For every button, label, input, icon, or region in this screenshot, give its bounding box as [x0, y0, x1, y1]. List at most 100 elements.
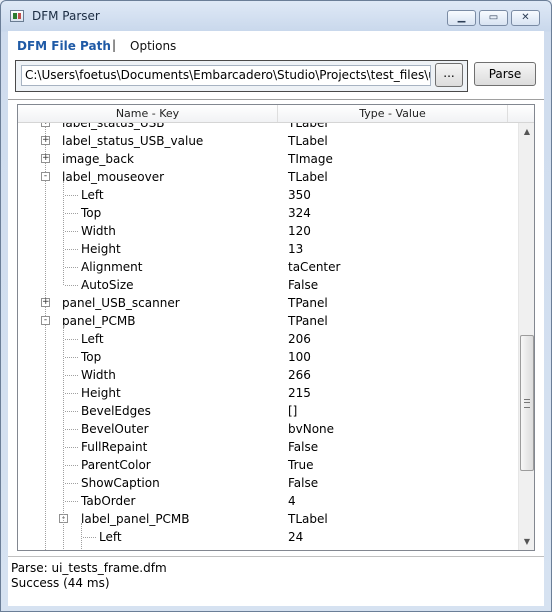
tree-connector [65, 357, 78, 358]
tree-row[interactable]: BevelOuter bvNone [18, 420, 518, 438]
row-key: Left [81, 188, 104, 202]
tree-row[interactable]: + label_status_USB TLabel [18, 123, 518, 132]
row-value: TImage [288, 152, 333, 166]
tree-row[interactable]: + label_status_USB_value TLabel [18, 132, 518, 150]
tree-row[interactable]: Height 215 [18, 384, 518, 402]
row-value: False [288, 476, 319, 490]
scroll-thumb[interactable] [520, 335, 534, 471]
menu-options[interactable]: Options [130, 39, 176, 53]
title-bar[interactable]: DFM Parser ▁ ▭ ✕ [1, 1, 551, 31]
expand-icon[interactable]: + [41, 154, 50, 163]
expand-icon[interactable]: + [41, 298, 50, 307]
menu-dfm-file-path[interactable]: DFM File Path [17, 39, 111, 53]
scroll-grip-icon [524, 399, 530, 408]
menu-separator: | [112, 38, 117, 52]
collapse-icon[interactable]: - [41, 316, 50, 325]
vertical-scrollbar[interactable]: ▲ ▼ [518, 123, 534, 550]
tree-connector [65, 447, 78, 448]
row-value: TLabel [288, 134, 328, 148]
tree-row[interactable]: FullRepaint False [18, 438, 518, 456]
tree-guide-line [81, 523, 82, 550]
expand-icon[interactable]: + [41, 123, 50, 127]
tree-row[interactable]: Top 100 [18, 348, 518, 366]
collapse-icon[interactable]: - [41, 172, 50, 181]
client-area: DFM File Path | Options C:\Users\foetus\… [8, 31, 544, 606]
browse-button[interactable]: ... [435, 63, 463, 87]
tree-row[interactable]: + panel_USB_scanner TPanel [18, 294, 518, 312]
tree-row[interactable]: Top 324 [18, 204, 518, 222]
column-header-name[interactable]: Name - Key [18, 105, 278, 122]
app-icon [10, 10, 24, 22]
minimize-button[interactable]: ▁ [447, 10, 476, 26]
row-value: 24 [288, 530, 304, 544]
divider [8, 99, 544, 101]
window-title: DFM Parser [32, 9, 100, 23]
row-key: BevelEdges [81, 404, 151, 418]
row-key: label_mouseover [62, 170, 165, 184]
tree-row[interactable]: TabOrder 4 [18, 492, 518, 510]
scroll-up-arrow[interactable]: ▲ [519, 123, 534, 140]
row-value: TLabel [288, 170, 328, 184]
row-value: [] [288, 404, 298, 418]
row-key: ShowCaption [81, 476, 160, 490]
scroll-down-arrow[interactable]: ▼ [519, 533, 534, 550]
tree-connector [65, 465, 78, 466]
tree-connector [65, 249, 78, 250]
row-key: panel_USB_scanner [62, 296, 180, 310]
menu-bar: DFM File Path | Options [8, 31, 544, 59]
tree-connector [65, 501, 78, 502]
row-value: TPanel [288, 314, 328, 328]
expand-icon[interactable]: + [41, 136, 50, 145]
row-key: Height [81, 242, 121, 256]
maximize-button[interactable]: ▭ [479, 10, 508, 26]
row-value: TPanel [288, 296, 328, 310]
tree-row[interactable]: BevelEdges [] [18, 402, 518, 420]
row-value: 32 [288, 548, 303, 550]
row-key: label_panel_PCMB [81, 512, 190, 526]
row-key: FullRepaint [81, 440, 148, 454]
tree-row[interactable]: - label_mouseover TLabel [18, 168, 518, 186]
tree-connector [65, 375, 78, 376]
close-icon: ✕ [521, 12, 530, 23]
row-value: 4 [288, 494, 296, 508]
tree-row[interactable]: - label_panel_PCMB TLabel [18, 510, 518, 528]
row-value: 120 [288, 224, 311, 238]
row-value: 266 [288, 368, 311, 382]
tree-connector [65, 429, 78, 430]
tree-row[interactable]: AutoSize False [18, 276, 518, 294]
tree-connector [65, 213, 78, 214]
path-input[interactable]: C:\Users\foetus\Documents\Embarcadero\St… [21, 65, 431, 86]
row-value: False [288, 440, 319, 454]
tree-row[interactable]: + image_back TImage [18, 150, 518, 168]
tree-row[interactable]: Left 206 [18, 330, 518, 348]
tree-row[interactable]: Height 13 [18, 240, 518, 258]
tree-row[interactable]: ShowCaption False [18, 474, 518, 492]
tree-row[interactable]: Left 350 [18, 186, 518, 204]
row-key: label_status_USB_value [62, 134, 204, 148]
close-button[interactable]: ✕ [511, 10, 540, 26]
row-key: panel_PCMB [62, 314, 136, 328]
row-key: Top [99, 548, 119, 550]
tree-row[interactable]: - panel_PCMB TPanel [18, 312, 518, 330]
row-value: taCenter [288, 260, 341, 274]
tree-row[interactable]: Top 32 [18, 546, 518, 550]
row-value: 324 [288, 206, 311, 220]
row-value: 206 [288, 332, 311, 346]
row-key: Width [81, 224, 116, 238]
tree-view[interactable]: Name - Key Type - Value + label_status_US… [17, 104, 535, 551]
tree-connector [65, 393, 78, 394]
parse-button[interactable]: Parse [474, 62, 536, 86]
status-line-result: Success (44 ms) [11, 576, 110, 590]
row-value: 100 [288, 350, 311, 364]
tree-row[interactable]: Width 120 [18, 222, 518, 240]
tree-row[interactable]: Width 266 [18, 366, 518, 384]
tree-connector [65, 411, 78, 412]
column-header-type[interactable]: Type - Value [278, 105, 508, 122]
row-value: 13 [288, 242, 304, 256]
tree-row[interactable]: Left 24 [18, 528, 518, 546]
tree-row[interactable]: Alignment taCenter [18, 258, 518, 276]
row-value: bvNone [288, 422, 335, 436]
tree-row[interactable]: ParentColor True [18, 456, 518, 474]
row-key: TabOrder [81, 494, 136, 508]
path-group: C:\Users\foetus\Documents\Embarcadero\St… [15, 60, 468, 92]
